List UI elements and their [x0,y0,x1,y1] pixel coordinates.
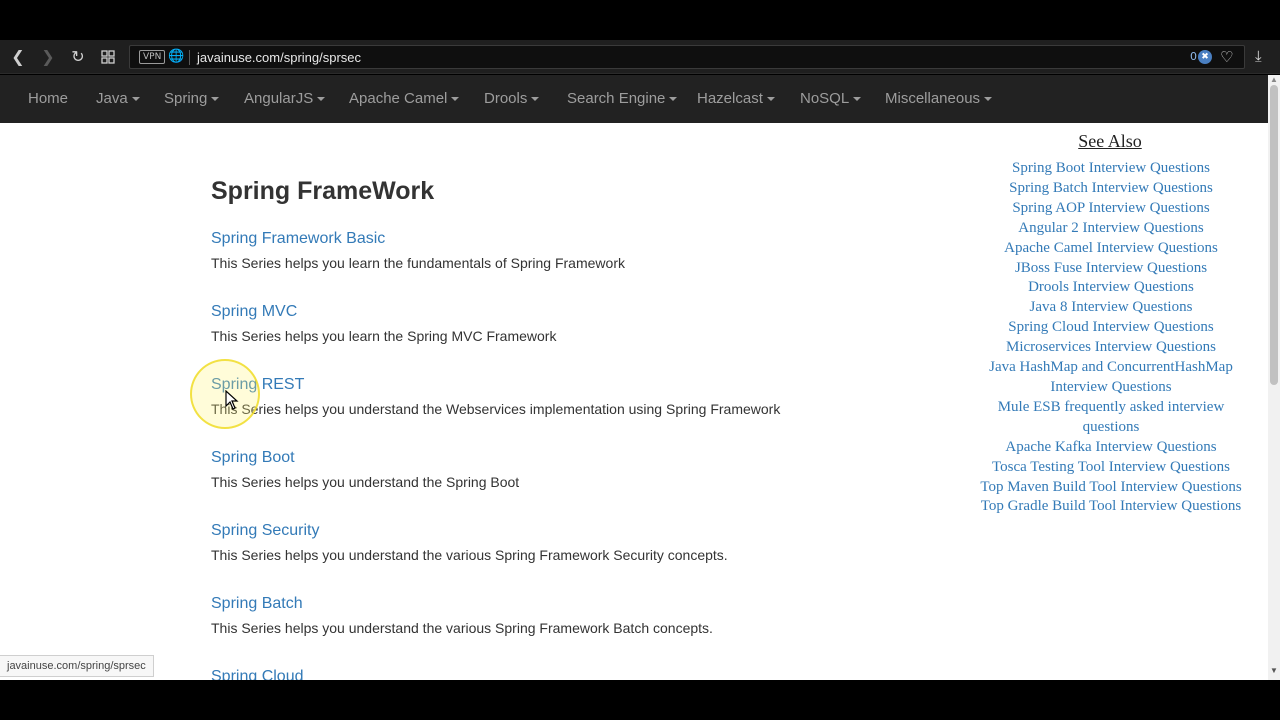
series-description: This Series helps you understand the var… [211,620,713,636]
nav-label: Home [28,90,69,107]
nav-label: AngularJS [244,90,314,107]
nav-nosql[interactable]: NoSQL [800,75,862,123]
scroll-up-icon[interactable]: ▲ [1270,75,1278,85]
see-also-link[interactable]: Apache Kafka Interview Questions [966,438,1256,458]
nav-label: Apache Camel [349,90,448,107]
nav-label: Drools [484,90,528,107]
nav-label: Java [96,90,128,107]
top-letterbox [0,0,1280,40]
see-also-link[interactable]: Java HashMap and ConcurrentHashMap Inter… [966,358,1256,398]
nav-label: Hazelcast [697,90,763,107]
reload-icon[interactable]: ↻ [68,47,88,67]
caret-down-icon [853,97,862,102]
caret-down-icon [669,97,678,102]
caret-down-icon [531,97,540,102]
scrollbar-thumb[interactable] [1270,85,1278,385]
see-also-link[interactable]: Top Maven Build Tool Interview Questions [966,478,1256,498]
series-link-batch[interactable]: Spring Batch [211,594,303,614]
nav-java[interactable]: Java [96,75,140,123]
series-description: This Series helps you learn the fundamen… [211,255,625,271]
see-also-link[interactable]: Angular 2 Interview Questions [966,219,1256,239]
nav-search-engine[interactable]: Search Engine [567,75,678,123]
nav-label: Search Engine [567,90,666,107]
series-link-cloud[interactable]: Spring Cloud [211,667,304,680]
web-page: Home Java Spring AngularJS Apache Camel … [0,75,1280,680]
nav-drools[interactable]: Drools [484,75,540,123]
caret-down-icon [317,97,326,102]
status-bar-url: javainuse.com/spring/sprsec [0,655,154,677]
nav-angularjs[interactable]: AngularJS [244,75,326,123]
see-also-link[interactable]: Top Gradle Build Tool Interview Question… [966,497,1256,517]
see-also-list: Spring Boot Interview Questions Spring B… [966,159,1256,517]
nav-miscellaneous[interactable]: Miscellaneous [885,75,993,123]
series-description: This Series helps you understand the var… [211,547,728,563]
nav-apache-camel[interactable]: Apache Camel [349,75,460,123]
nav-label: NoSQL [800,90,850,107]
see-also-link[interactable]: Apache Camel Interview Questions [966,239,1256,259]
nav-hazelcast[interactable]: Hazelcast [697,75,775,123]
see-also-link[interactable]: Spring Batch Interview Questions [966,179,1256,199]
series-link-mvc[interactable]: Spring MVC [211,302,297,322]
series-description: This Series helps you learn the Spring M… [211,328,557,344]
see-also-link[interactable]: Drools Interview Questions [966,278,1256,298]
tabs-grid-icon[interactable] [98,47,118,67]
see-also-heading: See Also [1078,131,1142,151]
caret-down-icon [766,97,775,102]
scroll-down-icon[interactable]: ▼ [1270,666,1278,676]
nav-home[interactable]: Home [28,75,68,123]
bookmark-heart-icon[interactable]: ♡ [1220,48,1233,66]
see-also-link[interactable]: Mule ESB frequently asked interview ques… [966,398,1256,438]
see-also-link[interactable]: Java 8 Interview Questions [966,298,1256,318]
bottom-letterbox [0,680,1280,720]
see-also-link[interactable]: Spring AOP Interview Questions [966,199,1256,219]
adblock-count: 0 [1190,50,1197,63]
globe-icon: 🌐 [168,49,185,64]
nav-label: Spring [164,90,208,107]
address-separator [189,50,190,65]
see-also-link[interactable]: Spring Cloud Interview Questions [966,318,1256,338]
forward-icon[interactable]: ❯ [38,47,58,67]
address-bar[interactable]: VPN 🌐 javainuse.com/spring/sprsec 0 ✖ ♡ [129,45,1245,69]
see-also-link[interactable]: Spring Boot Interview Questions [966,159,1256,179]
series-link-framework-basic[interactable]: Spring Framework Basic [211,229,385,249]
download-icon[interactable]: ⤓ [1255,46,1262,66]
caret-down-icon [984,97,993,102]
caret-down-icon [211,97,220,102]
vpn-badge[interactable]: VPN [139,50,166,64]
series-description: This Series helps you understand the Web… [211,401,781,417]
series-description: This Series helps you understand the Spr… [211,474,520,490]
series-link-security[interactable]: Spring Security [211,521,320,541]
adblock-shield-icon: ✖ [1198,50,1212,64]
browser-toolbar: ❮ ❯ ↻ VPN 🌐 javainuse.com/spring/sprsec … [0,40,1280,74]
nav-label: Miscellaneous [885,90,981,107]
adblock-indicator[interactable]: 0 ✖ [1190,49,1212,65]
back-icon[interactable]: ❮ [8,47,28,67]
caret-down-icon [131,97,140,102]
see-also-link[interactable]: Tosca Testing Tool Interview Questions [966,458,1256,478]
page-title: Spring FrameWork [211,177,435,205]
page-scrollbar[interactable]: ▲ ▼ [1268,75,1280,680]
series-link-boot[interactable]: Spring Boot [211,448,295,468]
mouse-cursor-icon [225,390,239,410]
see-also-link[interactable]: JBoss Fuse Interview Questions [966,259,1256,279]
see-also-link[interactable]: Microservices Interview Questions [966,338,1256,358]
caret-down-icon [451,97,460,102]
nav-spring[interactable]: Spring [164,75,220,123]
site-navbar: Home Java Spring AngularJS Apache Camel … [0,75,1268,123]
url-text[interactable]: javainuse.com/spring/sprsec [197,50,361,65]
